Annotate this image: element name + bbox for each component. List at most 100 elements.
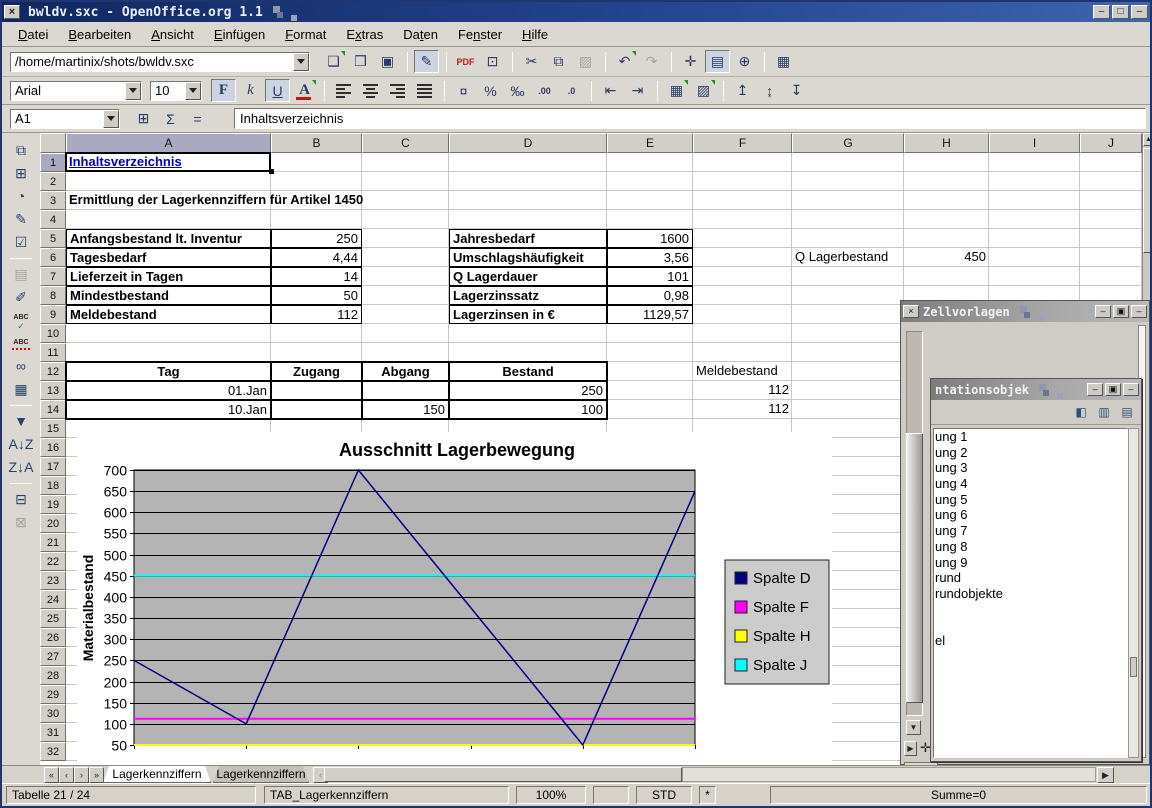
selection-mode-field[interactable]: STD bbox=[636, 786, 692, 804]
group-icon[interactable]: ⊟ bbox=[8, 488, 35, 510]
row-header-1[interactable]: 1 bbox=[40, 153, 66, 172]
align-top-icon[interactable]: ↥ bbox=[730, 79, 755, 102]
first-sheet-icon[interactable]: « bbox=[44, 767, 59, 783]
chart-legend[interactable]: Spalte DSpalte FSpalte HSpalte J bbox=[725, 560, 829, 684]
cell-styles-minimize-icon[interactable]: – bbox=[1095, 305, 1111, 318]
row-header-19[interactable]: 19 bbox=[40, 495, 66, 514]
row-header-15[interactable]: 15 bbox=[40, 419, 66, 438]
row-header-18[interactable]: 18 bbox=[40, 476, 66, 495]
add-decimal-icon[interactable]: .00 bbox=[532, 79, 557, 102]
autofilter-icon[interactable]: ▼ bbox=[8, 410, 35, 432]
update-style-icon[interactable]: ▤ bbox=[1117, 403, 1137, 421]
open-document-icon[interactable]: ❒ bbox=[348, 50, 373, 73]
font-color-icon[interactable]: A bbox=[292, 79, 317, 102]
cell-A9[interactable]: Meldebestand bbox=[66, 305, 271, 324]
cut-icon[interactable]: ✂ bbox=[519, 50, 544, 73]
last-sheet-icon[interactable]: » bbox=[89, 767, 104, 783]
style-list-item[interactable]: rund bbox=[934, 570, 1127, 586]
style-list[interactable]: ung 1ung 2ung 3ung 4ung 5ung 6ung 7ung 8… bbox=[933, 428, 1128, 758]
cell-B13[interactable] bbox=[271, 381, 362, 400]
cell-styles-close-icon[interactable]: – bbox=[1131, 305, 1147, 318]
minimize-button[interactable]: – bbox=[1093, 5, 1110, 19]
row-header-8[interactable]: 8 bbox=[40, 286, 66, 305]
font-name-combo[interactable]: Arial bbox=[10, 81, 142, 101]
increase-indent-icon[interactable]: ⇥ bbox=[625, 79, 650, 102]
menu-hilfe[interactable]: Hilfe bbox=[512, 24, 558, 45]
chart-object[interactable]: Ausschnitt Lagerbewegung7006506005505004… bbox=[77, 432, 832, 762]
cell-E8[interactable]: 0,98 bbox=[607, 286, 693, 305]
row-header-32[interactable]: 32 bbox=[40, 742, 66, 761]
row-header-13[interactable]: 13 bbox=[40, 381, 66, 400]
cell-B14[interactable] bbox=[271, 400, 362, 419]
row-header-21[interactable]: 21 bbox=[40, 533, 66, 552]
gallery-icon[interactable]: ▦ bbox=[771, 50, 796, 73]
scroll-right-icon[interactable]: ▶ bbox=[1097, 767, 1114, 783]
sort-ascending-icon[interactable]: A↓Z bbox=[8, 433, 35, 455]
cell-D12[interactable]: Bestand bbox=[449, 362, 607, 381]
row-header-22[interactable]: 22 bbox=[40, 552, 66, 571]
fill-format-mode-icon[interactable]: ◧ bbox=[1071, 403, 1091, 421]
column-header-H[interactable]: H bbox=[904, 133, 989, 153]
cell-A5[interactable]: Anfangsbestand lt. Inventur bbox=[66, 229, 271, 248]
cell-D5[interactable]: Jahresbedarf bbox=[449, 229, 607, 248]
stylist-titlebar[interactable]: ntationsobjek –▣– bbox=[931, 379, 1141, 400]
cell-C14[interactable]: 150 bbox=[362, 400, 449, 419]
style-list-item[interactable]: ung 7 bbox=[934, 523, 1127, 539]
cell-styles-titlebar[interactable]: × Zellvorlagen –▣– bbox=[901, 301, 1149, 322]
menu-bearbeiten[interactable]: Bearbeiten bbox=[58, 24, 141, 45]
sort-descending-icon[interactable]: Z↓A bbox=[8, 456, 35, 478]
window-menu-icon[interactable]: × bbox=[4, 5, 20, 19]
cell-A8[interactable]: Mindestbestand bbox=[66, 286, 271, 305]
row-header-26[interactable]: 26 bbox=[40, 628, 66, 647]
cell-B12[interactable]: Zugang bbox=[271, 362, 362, 381]
cell-E9[interactable]: 1129,57 bbox=[607, 305, 693, 324]
cell-E6[interactable]: 3,56 bbox=[607, 248, 693, 267]
menu-fenster[interactable]: Fenster bbox=[448, 24, 512, 45]
next-sheet-icon[interactable]: › bbox=[74, 767, 89, 783]
style-list-item[interactable]: el bbox=[934, 633, 1127, 649]
style-list-item[interactable]: rundobjekte bbox=[934, 586, 1127, 602]
decrease-indent-icon[interactable]: ⇤ bbox=[598, 79, 623, 102]
cell-D6[interactable]: Umschlagshäufigkeit bbox=[449, 248, 607, 267]
bold-icon[interactable]: F bbox=[211, 79, 236, 102]
column-header-B[interactable]: B bbox=[271, 133, 362, 153]
style-list-scrollbar[interactable] bbox=[1128, 428, 1139, 758]
cell-C13[interactable] bbox=[362, 381, 449, 400]
data-sources-icon[interactable]: ▦ bbox=[8, 378, 35, 400]
row-header-25[interactable]: 25 bbox=[40, 609, 66, 628]
column-header-F[interactable]: F bbox=[693, 133, 792, 153]
menu-einfgen[interactable]: Einfügen bbox=[204, 24, 275, 45]
mini-arrow-icon[interactable]: ▶ bbox=[904, 741, 917, 756]
column-header-C[interactable]: C bbox=[362, 133, 449, 153]
find-replace-icon[interactable]: ∞ bbox=[8, 355, 35, 377]
stylist-maximize-icon[interactable]: ▣ bbox=[1105, 383, 1121, 396]
style-list-item[interactable] bbox=[934, 617, 1127, 633]
style-list-scroll-thumb[interactable] bbox=[1130, 657, 1137, 677]
font-name-dropdown-icon[interactable] bbox=[125, 82, 141, 100]
window-titlebar[interactable]: × bwldv.sxc - OpenOffice.org 1.1 – □ – bbox=[2, 2, 1150, 22]
edit-file-icon[interactable]: ✎ bbox=[414, 50, 439, 73]
scrollbar-thumb[interactable] bbox=[906, 433, 923, 703]
style-list-item[interactable]: ung 9 bbox=[934, 555, 1127, 571]
sum-icon[interactable]: Σ bbox=[158, 107, 183, 130]
cell-C12[interactable]: Abgang bbox=[362, 362, 449, 381]
row-header-30[interactable]: 30 bbox=[40, 704, 66, 723]
cell-F12[interactable]: Meldebestand bbox=[693, 362, 792, 381]
vertical-scroll-thumb[interactable] bbox=[1143, 148, 1150, 253]
cell-A3[interactable]: Ermittlung der Lagerkennziffern für Arti… bbox=[66, 191, 586, 210]
horizontal-scroll-track[interactable] bbox=[682, 767, 1096, 782]
italic-icon[interactable]: k bbox=[238, 79, 263, 102]
background-color-icon[interactable]: ▨ bbox=[691, 79, 716, 102]
cell-B7[interactable]: 14 bbox=[271, 267, 362, 286]
sheet-tab-1[interactable]: Lagerkennziffern bbox=[103, 766, 211, 783]
print-file-icon[interactable]: ⊡ bbox=[480, 50, 505, 73]
cell-D8[interactable]: Lagerzinssatz bbox=[449, 286, 607, 305]
cell-B5[interactable]: 250 bbox=[271, 229, 362, 248]
row-header-12[interactable]: 12 bbox=[40, 362, 66, 381]
cell-styles-maximize-icon[interactable]: ▣ bbox=[1113, 305, 1129, 318]
column-header-G[interactable]: G bbox=[792, 133, 904, 153]
scroll-up-icon[interactable]: ▲ bbox=[1143, 133, 1150, 146]
zoom-field[interactable]: 100% bbox=[516, 786, 586, 804]
row-header-10[interactable]: 10 bbox=[40, 324, 66, 343]
select-all-corner[interactable] bbox=[40, 133, 66, 153]
